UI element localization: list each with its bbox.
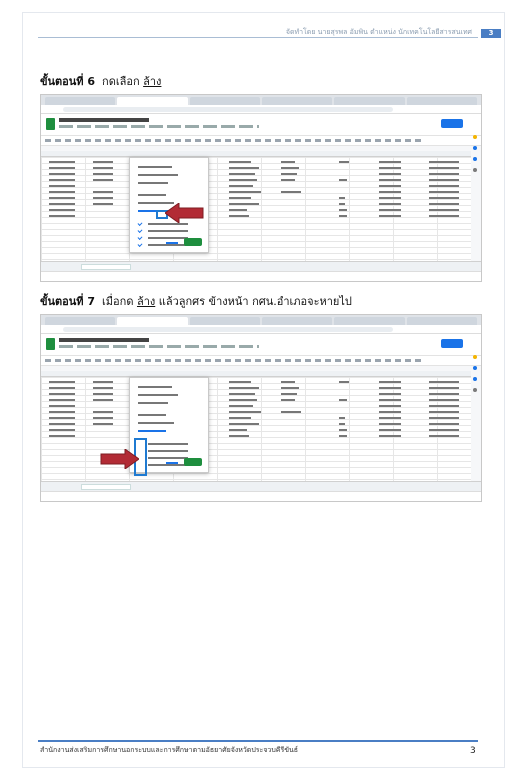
share-button [441, 339, 463, 348]
sheet-toolbar [41, 356, 481, 366]
step-6-heading: ขั้นตอนที่ 6 กดเลือก ล้าง [40, 72, 161, 90]
sheet-tab-bar [41, 261, 481, 271]
step-6-clear-word: ล้าง [143, 75, 162, 88]
header-page-badge: 3 [481, 29, 501, 38]
step-7-clear-word: ล้าง [136, 295, 156, 308]
sheet-doc-header [41, 334, 481, 356]
sheet-toolbar [41, 136, 481, 146]
screenshot-step-7 [40, 314, 482, 502]
step-7-text-after: แล้วลูกศร ข้างหน้า กศน.อำเภอจะหายไป [158, 295, 352, 308]
share-button [441, 119, 463, 128]
browser-tabs [41, 315, 481, 325]
download-bar [41, 271, 481, 281]
step-7-heading: ขั้นตอนที่ 7 เมื่อกด ล้าง แล้วลูกศร ข้าง… [40, 292, 352, 310]
sheets-doc-icon [46, 118, 55, 130]
side-panel-icons [473, 135, 478, 195]
footer-org-name: สำนักงานส่งเสริมการศึกษานอกระบบและการศึก… [40, 746, 299, 754]
step-6-text: กดเลือก [102, 75, 140, 88]
screenshot-step-6 [40, 94, 482, 282]
red-arrow-icon [100, 449, 139, 469]
side-panel-icons [473, 355, 478, 415]
header-rule [38, 37, 478, 38]
sheet-tab-bar [41, 481, 481, 491]
download-bar [41, 491, 481, 501]
red-arrow-icon [165, 203, 204, 223]
sheets-doc-icon [46, 338, 55, 350]
sheet-doc-header [41, 114, 481, 136]
browser-url-bar [41, 105, 481, 114]
step-7-text-before: เมื่อกด [102, 295, 134, 308]
footer-rule [38, 740, 478, 742]
ok-button [184, 458, 202, 466]
ok-button [184, 238, 202, 246]
browser-tabs [41, 95, 481, 105]
step-6-label: ขั้นตอนที่ 6 [40, 75, 96, 88]
browser-url-bar [41, 325, 481, 334]
step-7-label: ขั้นตอนที่ 7 [40, 295, 96, 308]
page-number: 3 [470, 746, 476, 756]
